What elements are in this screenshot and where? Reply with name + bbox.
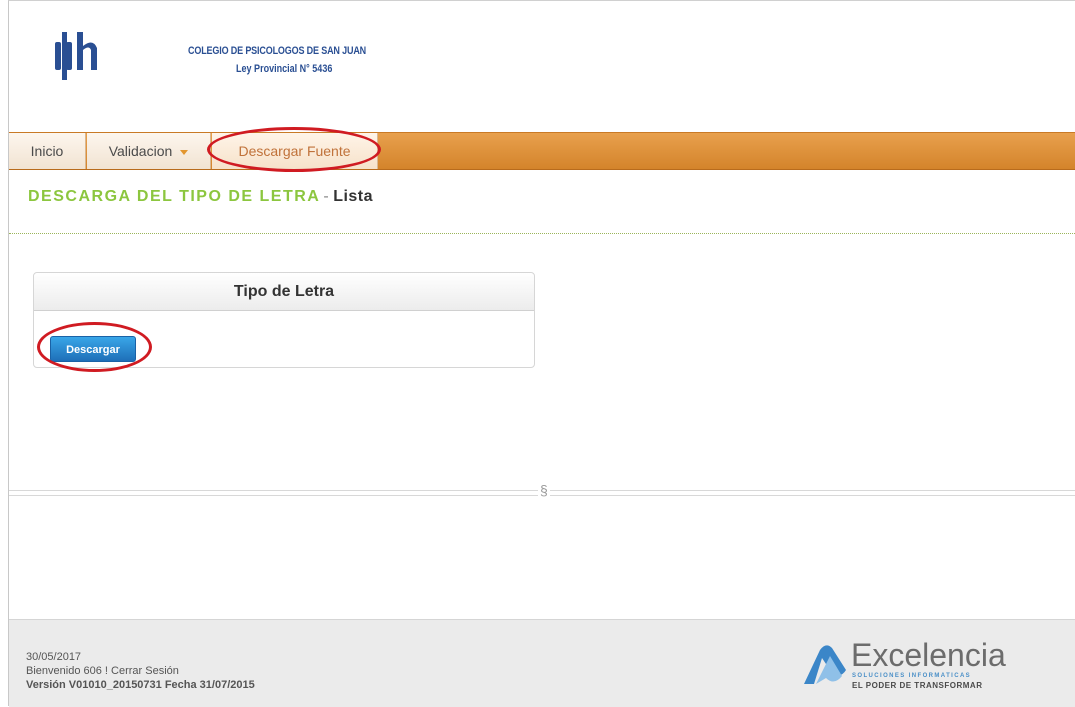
brand-tagline: EL PODER DE TRANSFORMAR [852,681,983,690]
download-button[interactable]: Descargar [50,336,136,362]
footer-welcome: Bienvenido 606 ! Cerrar Sesión [26,665,179,677]
page-title-separator: - [323,188,331,205]
org-law: Ley Provincial N° 5436 [236,63,333,75]
nav-inicio[interactable]: Inicio [9,133,86,169]
brand-name: Excelencia [851,637,1006,673]
brand-subtitle: SOLUCIONES INFORMATICAS [852,673,972,679]
page-title: DESCARGA DEL TIPO DE LETRA - Lista [28,188,373,206]
nav-descargar-fuente-label: Descargar Fuente [238,143,351,159]
main-navbar: Inicio Validacion Descargar Fuente [9,132,1075,170]
nav-descargar-fuente[interactable]: Descargar Fuente [212,133,378,169]
college-logo [55,32,97,80]
org-name: COLEGIO DE PSICOLOGOS DE SAN JUAN [188,45,367,57]
panel-header: Tipo de Letra [34,273,534,311]
title-dotted-divider [9,233,1075,234]
footer-version: Versión V01010_20150731 Fecha 31/07/2015 [26,679,255,691]
nav-validacion-label: Validacion [108,143,173,159]
nav-inicio-label: Inicio [30,143,64,159]
footer-date: 30/05/2017 [26,651,82,663]
splitter-handle-icon[interactable]: § [538,482,550,498]
caret-down-icon [180,149,189,155]
page-title-main: DESCARGA DEL TIPO DE LETRA [28,188,321,205]
page-title-sub: Lista [333,188,374,205]
nav-validacion[interactable]: Validacion [87,133,211,169]
